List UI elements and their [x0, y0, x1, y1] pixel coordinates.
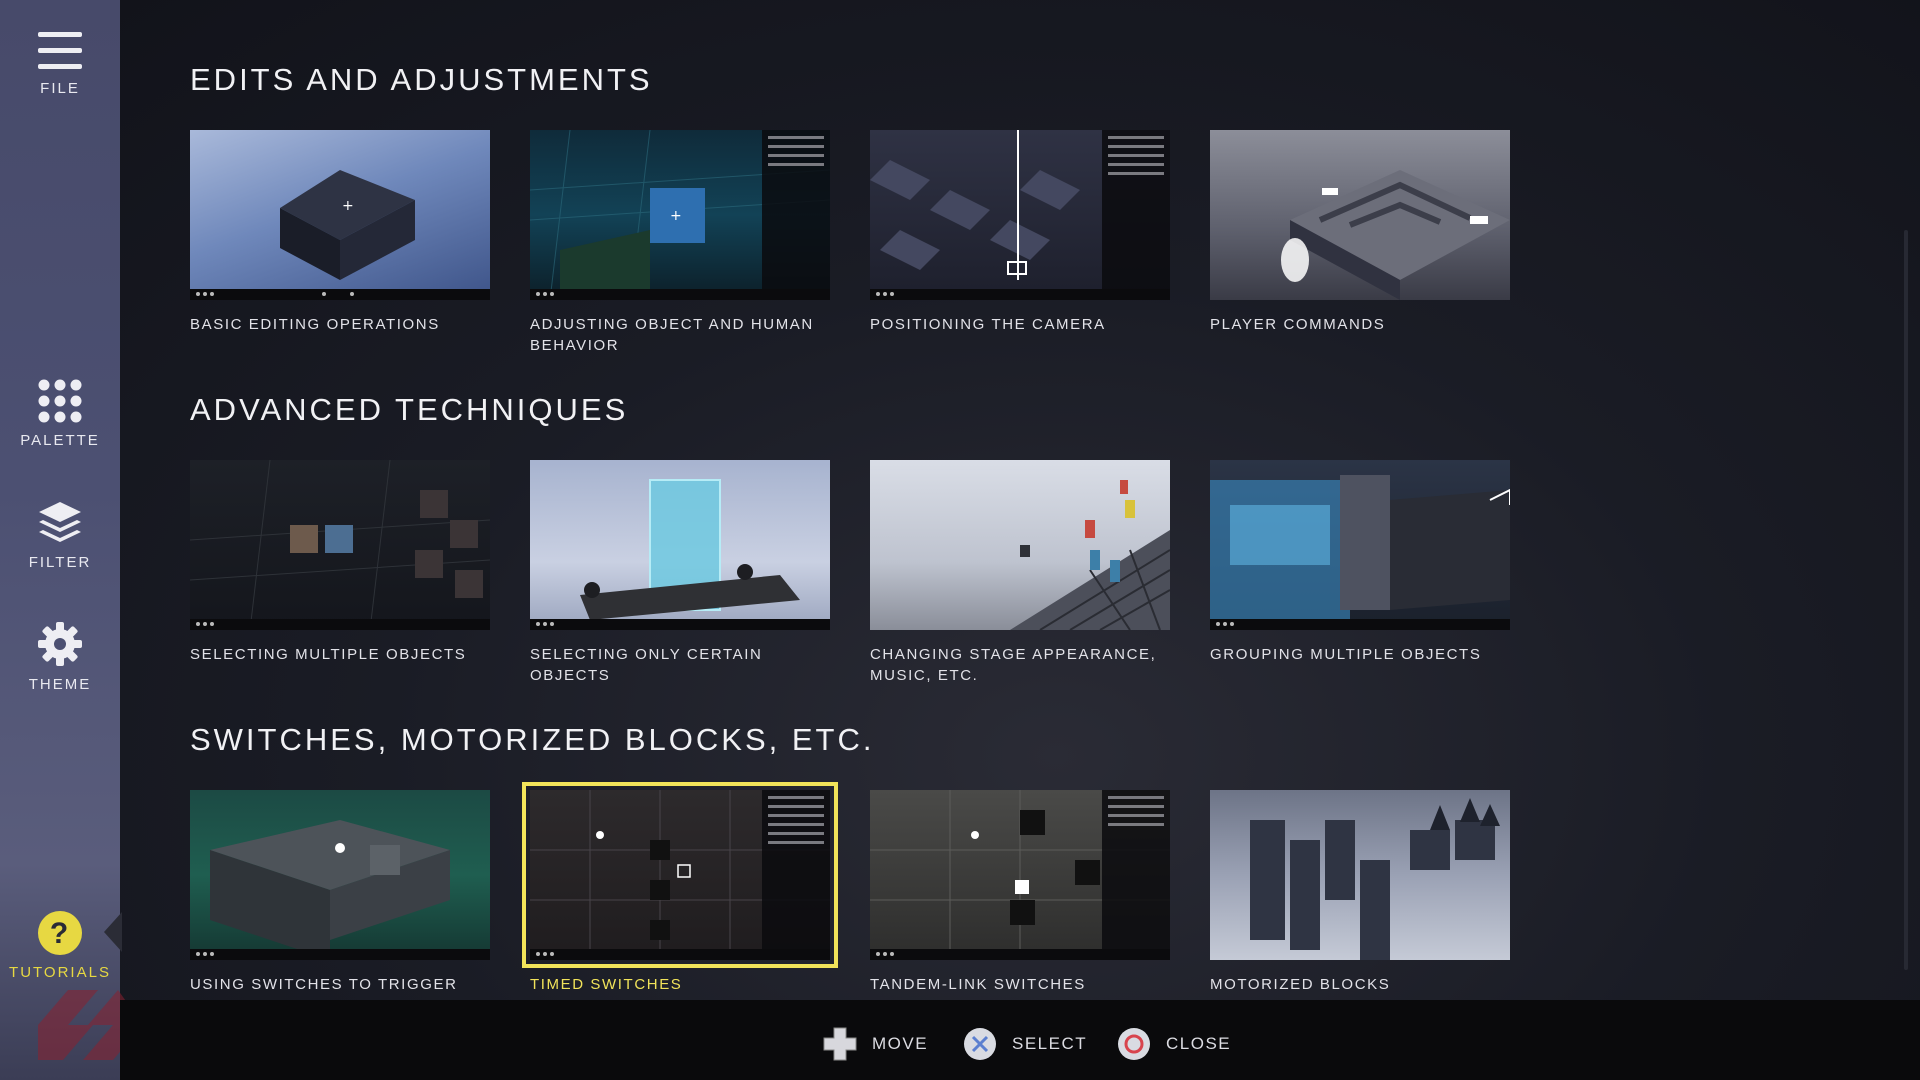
thumbnail	[870, 790, 1170, 960]
card-caption: GROUPING MULTIPLE OBJECTS	[1210, 646, 1482, 663]
sidebar-item-label: FILTER	[28, 554, 92, 571]
tutorial-card-player-commands[interactable]: PLAYER COMMANDS	[1210, 130, 1510, 335]
thumbnail	[1210, 460, 1510, 630]
tutorial-card-changing-stage[interactable]: CHANGING STAGE APPEARANCE, MUSIC, ETC.	[870, 460, 1170, 686]
tutorial-card-motorized-blocks[interactable]: MOTORIZED BLOCKS	[1210, 790, 1510, 995]
cross-button-icon	[964, 1028, 996, 1060]
svg-text:+: +	[670, 208, 682, 224]
sidebar-item-label: PALETTE	[20, 432, 100, 449]
thumbnail: +	[190, 130, 490, 300]
card-caption: SELECTING MULTIPLE OBJECTS	[190, 646, 467, 663]
dpad-icon	[823, 1027, 857, 1061]
move-hint: MOVE	[822, 1026, 928, 1062]
gear-icon	[38, 622, 82, 666]
section-title: ADVANCED TECHNIQUES	[190, 392, 629, 427]
tutorial-card-timed-switches[interactable]: TIMED SWITCHES	[522, 782, 838, 995]
thumbnail	[522, 782, 838, 968]
thumbnail	[1210, 130, 1510, 300]
tutorial-card-selecting-multiple[interactable]: SELECTING MULTIPLE OBJECTS	[190, 460, 490, 665]
menu-icon	[38, 32, 82, 69]
card-caption: PLAYER COMMANDS	[1210, 316, 1386, 333]
close-label: CLOSE	[1166, 1034, 1232, 1053]
section-title: SWITCHES, MOTORIZED BLOCKS, ETC.	[190, 722, 875, 757]
sidebar-item-theme[interactable]: THEME	[0, 620, 120, 693]
sidebar-item-file[interactable]: FILE	[0, 30, 120, 97]
select-hint: SELECT	[962, 1026, 1087, 1062]
scrollbar-track[interactable]	[1904, 230, 1908, 970]
move-label: MOVE	[872, 1034, 929, 1053]
card-caption: CHANGING STAGE APPEARANCE, MUSIC, ETC.	[870, 646, 1157, 684]
thumbnail	[530, 460, 830, 630]
tutorial-card-positioning-camera[interactable]: POSITIONING THE CAMERA	[870, 130, 1170, 335]
thumbnail	[190, 790, 490, 960]
thumbnail	[190, 460, 490, 630]
close-hint: CLOSE	[1116, 1026, 1231, 1062]
circle-button-icon	[1118, 1028, 1150, 1060]
thumbnail	[870, 130, 1170, 300]
tutorial-grid: EDITS AND ADJUSTMENTS + BASIC EDITING OP…	[190, 0, 1520, 1000]
tutorial-card-adjusting-behavior[interactable]: + ADJUSTING OBJECT AND HUMAN BEHAVIOR	[530, 130, 830, 356]
card-caption: MOTORIZED BLOCKS	[1210, 976, 1391, 993]
thumbnail: +	[530, 130, 830, 300]
card-caption: BASIC EDITING OPERATIONS	[190, 316, 440, 333]
tutorial-card-grouping-multiple[interactable]: GROUPING MULTIPLE OBJECTS	[1210, 460, 1510, 665]
card-caption: ADJUSTING OBJECT AND HUMAN BEHAVIOR	[530, 316, 814, 354]
sidebar-item-label: FILE	[40, 80, 80, 97]
tutorial-card-using-switches[interactable]: USING SWITCHES TO TRIGGER	[190, 790, 490, 995]
layers-icon	[39, 502, 81, 542]
card-caption: TANDEM-LINK SWITCHES	[870, 976, 1086, 993]
tutorial-card-basic-editing[interactable]: + BASIC EDITING OPERATIONS	[190, 130, 490, 335]
tutorial-card-tandem-link[interactable]: TANDEM-LINK SWITCHES	[870, 790, 1170, 995]
tutorial-card-selecting-certain[interactable]: SELECTING ONLY CERTAIN OBJECTS	[530, 460, 830, 686]
sidebar-item-label: TUTORIALS	[9, 964, 111, 981]
thumbnail	[1210, 790, 1510, 960]
card-caption: USING SWITCHES TO TRIGGER	[190, 976, 458, 993]
question-icon: ?	[38, 911, 82, 955]
card-caption: TIMED SWITCHES	[530, 976, 683, 993]
active-indicator	[104, 912, 122, 952]
sidebar-item-palette[interactable]: PALETTE	[0, 378, 120, 449]
sidebar-item-filter[interactable]: FILTER	[0, 500, 120, 571]
card-caption: POSITIONING THE CAMERA	[870, 316, 1106, 333]
select-label: SELECT	[1012, 1034, 1088, 1053]
svg-text:?: ?	[50, 917, 70, 950]
sidebar: FILE PALETTE FILTER THEME ? TUTORIALS	[0, 0, 120, 1080]
section-title: EDITS AND ADJUSTMENTS	[190, 62, 653, 97]
sidebar-item-label: THEME	[28, 676, 92, 693]
card-caption: SELECTING ONLY CERTAIN OBJECTS	[530, 646, 763, 684]
thumbnail	[870, 460, 1170, 630]
sidebar-item-tutorials[interactable]: ? TUTORIALS	[0, 910, 120, 981]
palette-grid-icon	[38, 379, 82, 423]
svg-text:+: +	[342, 198, 354, 214]
